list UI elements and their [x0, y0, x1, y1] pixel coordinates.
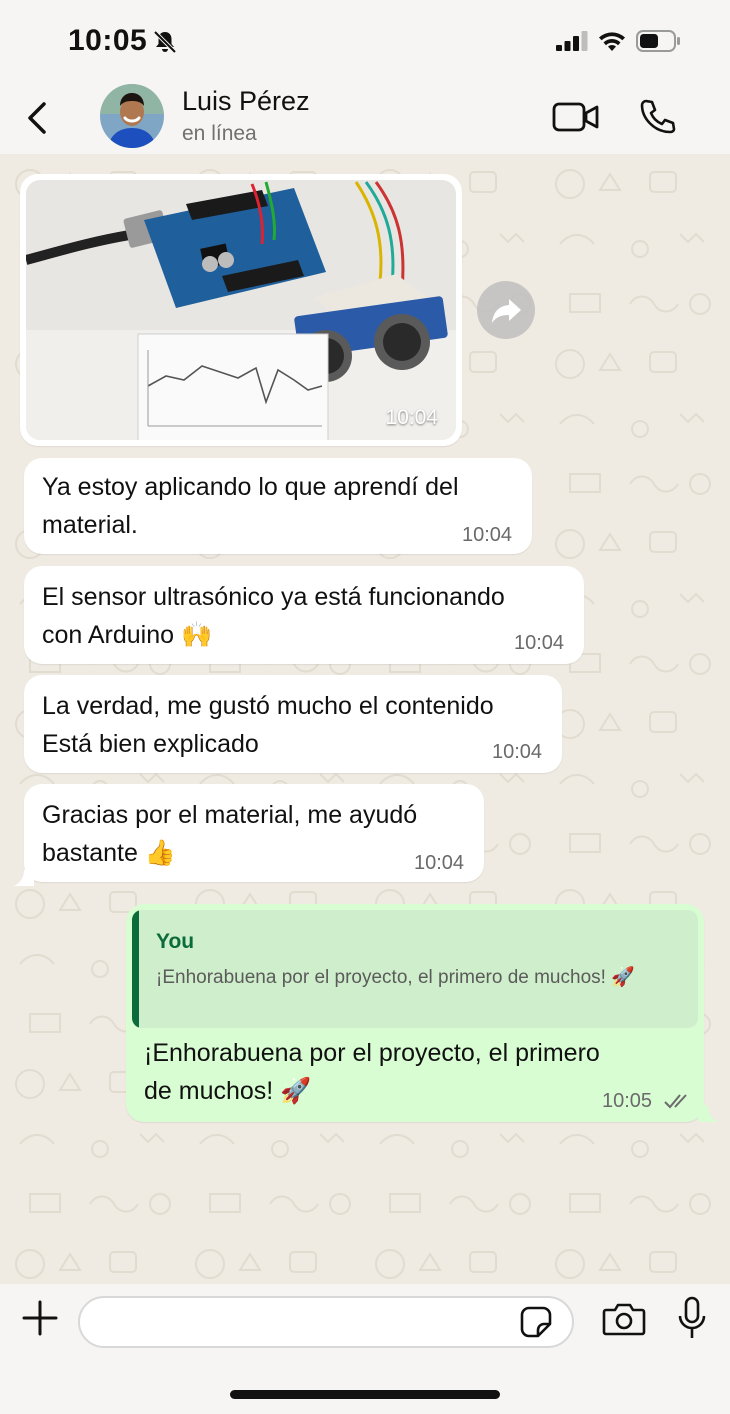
status-bar: 10:05	[0, 0, 730, 80]
double-check-icon	[664, 1094, 687, 1109]
forward-icon	[492, 299, 521, 323]
message-time: 10:04	[492, 741, 543, 763]
incoming-message[interactable]: El sensor ultrasónico ya está funcionand…	[24, 566, 584, 664]
message-time: 10:04	[414, 852, 465, 874]
message-input[interactable]	[78, 1296, 574, 1348]
forward-button[interactable]	[477, 281, 535, 339]
bubble-tail	[698, 1102, 718, 1122]
status-time: 10:05	[68, 24, 148, 57]
photo-message[interactable]: 10:04	[20, 174, 462, 446]
chat-area[interactable]: 10:04 Ya estoy aplicando lo que aprendí …	[0, 154, 730, 1284]
contact-name[interactable]: Luis Pérez	[182, 86, 310, 117]
plus-icon[interactable]	[22, 1300, 58, 1336]
incoming-message[interactable]: Ya estoy aplicando lo que aprendí del ma…	[24, 458, 532, 554]
avatar[interactable]	[100, 84, 164, 148]
bell-off-icon	[153, 30, 177, 54]
camera-icon[interactable]	[602, 1300, 646, 1338]
input-bar	[0, 1284, 730, 1414]
quote-author: You	[156, 930, 195, 953]
quote-text: ¡Enhorabuena por el proyecto, el primero…	[156, 967, 635, 988]
message-time: 10:04	[462, 524, 513, 546]
message-text: La verdad, me gustó mucho el contenido E…	[42, 692, 494, 758]
message-time: 10:04	[385, 406, 438, 429]
bubble-tail	[14, 866, 34, 886]
wifi-icon	[599, 32, 625, 51]
arduino-photo[interactable]: 10:04	[26, 180, 456, 440]
message-text: El sensor ultrasónico ya está funcionand…	[42, 583, 505, 649]
video-call-icon[interactable]	[552, 100, 600, 134]
message-text: Ya estoy aplicando lo que aprendí del ma…	[42, 473, 459, 539]
message-time: 10:05	[602, 1090, 653, 1112]
quoted-message[interactable]: You ¡Enhorabuena por el proyecto, el pri…	[132, 910, 698, 1028]
contact-status: en línea	[182, 122, 257, 145]
quote-accent-bar	[132, 910, 139, 1028]
back-icon[interactable]	[24, 100, 50, 136]
chat-header: Luis Pérez en línea	[0, 80, 730, 154]
message-time: 10:04	[514, 632, 565, 654]
incoming-message[interactable]: Gracias por el material, me ayudó bastan…	[24, 784, 484, 882]
outgoing-message[interactable]: You ¡Enhorabuena por el proyecto, el pri…	[126, 904, 704, 1122]
sticker-icon[interactable]	[520, 1306, 552, 1338]
microphone-icon[interactable]	[676, 1296, 708, 1340]
home-indicator[interactable]	[230, 1390, 500, 1399]
incoming-message[interactable]: La verdad, me gustó mucho el contenido E…	[24, 675, 562, 773]
signal-icon	[556, 31, 588, 51]
phone-call-icon[interactable]	[638, 98, 678, 136]
battery-icon	[636, 30, 680, 52]
